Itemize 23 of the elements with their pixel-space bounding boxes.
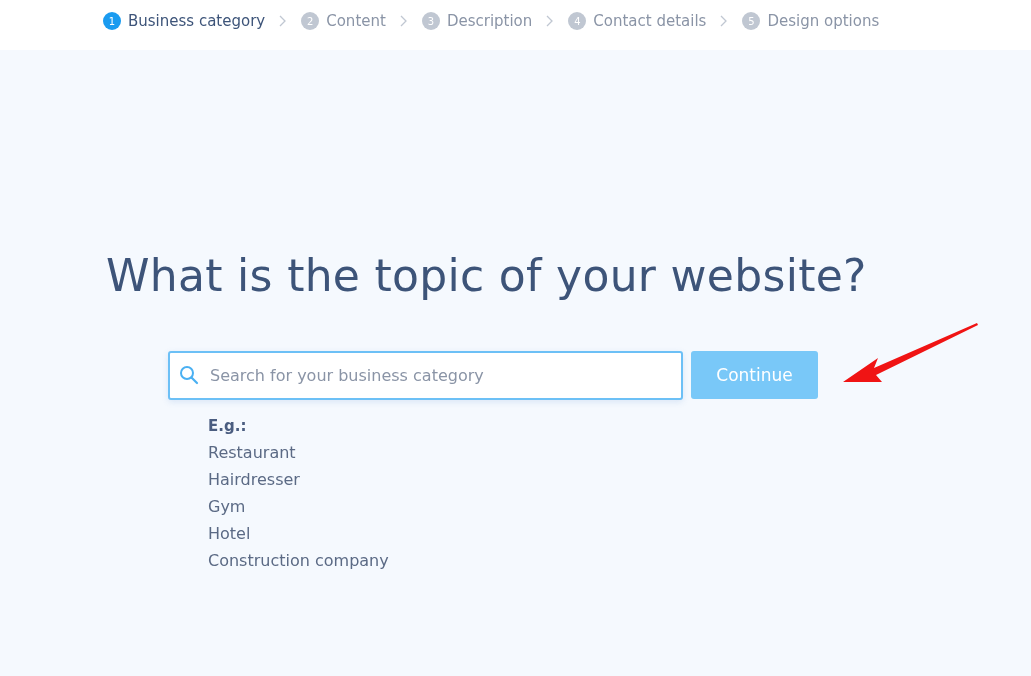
search-field[interactable]: Search for your business category xyxy=(168,351,683,400)
step-label[interactable]: Description xyxy=(446,12,533,30)
step-label[interactable]: Design options xyxy=(767,12,880,30)
step-number-badge: 4 xyxy=(568,12,587,30)
example-link[interactable]: Gym xyxy=(208,497,1031,516)
step-number-badge: 1 xyxy=(103,12,121,30)
examples-title: E.g.: xyxy=(208,417,248,435)
example-link[interactable]: Hairdresser xyxy=(208,470,1031,489)
chevron-icon xyxy=(720,15,729,27)
step-number-badge: 3 xyxy=(421,12,440,30)
chevron-icon xyxy=(279,15,288,27)
step-number-badge: 5 xyxy=(742,12,761,30)
step-label[interactable]: Content xyxy=(326,12,386,30)
step-number-badge: 2 xyxy=(301,12,320,30)
step-label[interactable]: Contact details xyxy=(593,12,707,30)
step-label[interactable]: Business category xyxy=(128,12,266,30)
chevron-icon xyxy=(399,15,408,27)
example-link[interactable]: Restaurant xyxy=(208,443,1031,462)
example-link[interactable]: Construction company xyxy=(208,551,1031,570)
page-heading: What is the topic of your website? xyxy=(106,250,867,301)
search-icon xyxy=(179,365,199,385)
example-link[interactable]: Hotel xyxy=(208,524,1031,543)
chevron-icon xyxy=(546,15,555,27)
